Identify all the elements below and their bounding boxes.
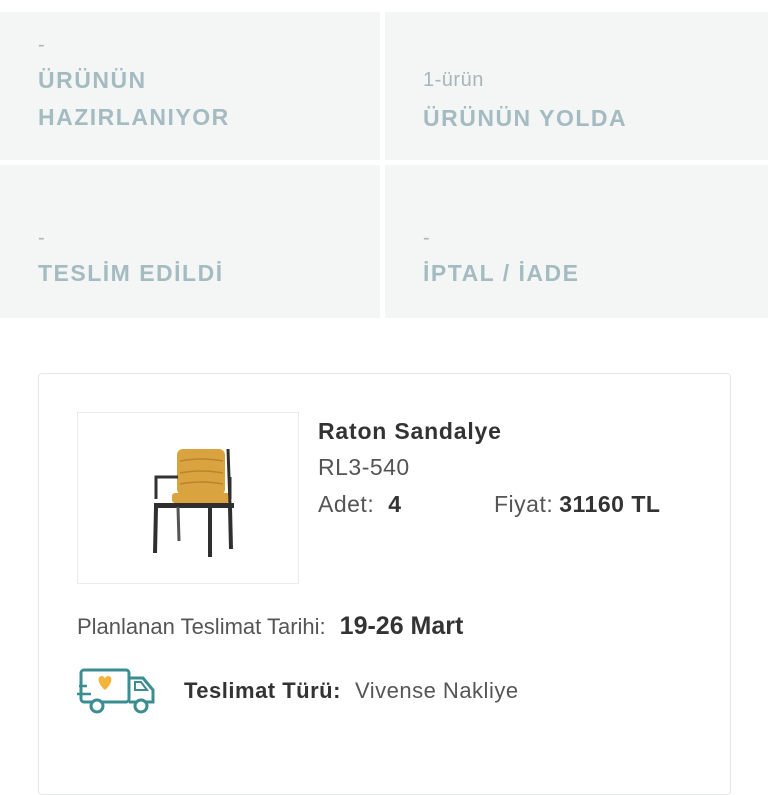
delivery-date-label: Planlanan Teslimat Tarihi: [77,614,326,639]
chair-image [153,448,234,557]
delivery-type-value: Vivense Nakliye [354,678,519,703]
status-tile-delivered[interactable]: - TESLİM EDİLDİ [0,165,380,318]
price-row: Fiyat: 31160 TL [494,491,660,518]
status-count: 1-ürün [423,69,484,91]
quantity-label: Adet: [318,491,375,517]
status-label-line: ÜRÜNÜN [38,67,147,93]
order-item-card: Raton Sandalye RL3-540 Adet: 4 Fiyat: 3116… [38,373,731,795]
product-name[interactable]: Raton Sandalye [318,418,502,445]
status-label: İPTAL / İADE [423,260,580,286]
delivery-type: Teslimat Türü: Vivense Nakliye [184,678,519,704]
status-label: ÜRÜNÜN HAZIRLANIYOR [38,62,230,136]
status-count: - [38,34,46,56]
status-label: TESLİM EDİLDİ [38,260,224,286]
status-tile-preparing[interactable]: - ÜRÜNÜN HAZIRLANIYOR [0,12,380,160]
status-label-line: HAZIRLANIYOR [38,104,230,130]
status-tile-cancel-return[interactable]: - İPTAL / İADE [385,165,768,318]
status-count: - [423,227,431,249]
delivery-truck-icon [77,664,159,723]
status-tile-in-transit[interactable]: 1-ürün ÜRÜNÜN YOLDA [385,12,768,160]
product-sku: RL3-540 [318,454,410,480]
delivery-date-value: 19-26 Mart [339,612,464,640]
order-status-grid: - ÜRÜNÜN HAZIRLANIYOR 1-ürün ÜRÜNÜN YOLD… [0,12,768,318]
price-label: Fiyat: [494,491,554,517]
planned-delivery-date: Planlanan Teslimat Tarihi: 19-26 Mart [77,612,463,641]
status-count: - [38,227,46,249]
product-thumbnail[interactable] [77,412,299,584]
status-label: ÜRÜNÜN YOLDA [423,105,628,131]
price-value: 31160 TL [559,491,661,517]
quantity-row: Adet: 4 [318,491,402,518]
delivery-type-label: Teslimat Türü: [184,678,341,703]
quantity-value: 4 [388,491,402,517]
